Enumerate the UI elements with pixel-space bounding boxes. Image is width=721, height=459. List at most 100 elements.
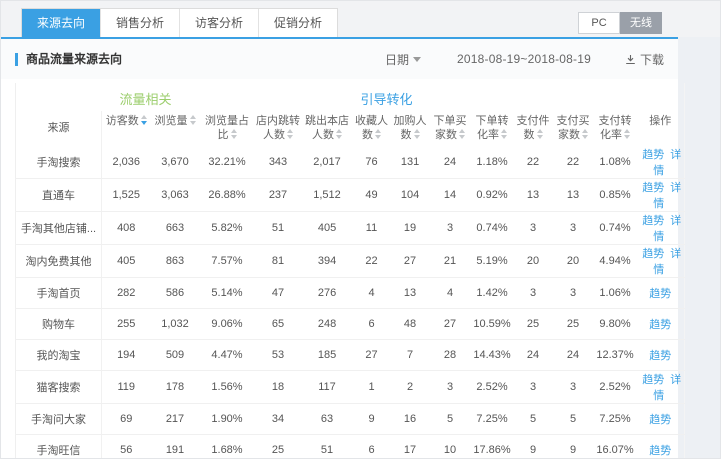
table-body: 手淘搜索 2,036 3,670 32.21% 343 2,017 76 131… <box>16 146 685 459</box>
column-pv-ratio: 浏览量占比 <box>200 111 255 147</box>
pc-toggle-button[interactable]: PC <box>578 12 620 34</box>
pay-items-cell: 22 <box>514 146 553 179</box>
pv-ratio-cell: 32.21% <box>200 146 255 179</box>
actions-cell: 趋势详情 <box>637 212 685 245</box>
pageviews-cell: 217 <box>151 404 200 435</box>
pay-items-cell: 13 <box>514 179 553 212</box>
order-buyers-cell: 5 <box>430 404 471 435</box>
download-icon <box>625 54 636 65</box>
pay-rate-cell: 2.52% <box>594 371 637 404</box>
device-toggle: PC 无线 <box>578 12 662 34</box>
collect-cell: 76 <box>353 146 391 179</box>
sort-icon[interactable] <box>375 129 381 139</box>
pv-ratio-cell: 5.14% <box>200 278 255 309</box>
order-buyers-cell: 14 <box>430 179 471 212</box>
column-pageviews: 浏览量 <box>151 111 200 147</box>
pay-buyers-cell: 22 <box>553 146 594 179</box>
source-cell: 购物车 <box>16 309 102 340</box>
order-rate-cell: 0.74% <box>471 212 514 245</box>
pay-items-cell: 9 <box>514 435 553 459</box>
table-row: 手淘旺信 56 191 1.68% 25 51 6 17 10 17.86% 9… <box>16 435 685 459</box>
collect-cell: 6 <box>353 435 391 459</box>
pv-ratio-cell: 9.06% <box>200 309 255 340</box>
pay-rate-cell: 7.25% <box>594 404 637 435</box>
actions-cell: 趋势详情 <box>637 245 685 278</box>
sort-icon[interactable] <box>190 115 196 125</box>
pay-rate-cell: 12.37% <box>594 340 637 371</box>
date-filter-dropdown[interactable]: 日期 <box>385 51 421 68</box>
pv-ratio-cell: 7.57% <box>200 245 255 278</box>
column-pay-rate: 支付转化率 <box>594 111 637 147</box>
sort-icon[interactable] <box>414 129 420 139</box>
tab-traffic-source[interactable]: 来源去向 <box>22 9 100 37</box>
actions-cell: 趋势详情 <box>637 146 685 179</box>
analytics-page: 来源去向 销售分析 访客分析 促销分析 PC 无线 商品流量来源去向 日期 20… <box>0 0 721 459</box>
sort-icon[interactable] <box>624 129 630 139</box>
visitors-cell: 255 <box>102 309 151 340</box>
source-cell: 猫客搜索 <box>16 371 102 404</box>
column-pageviews-label: 浏览量 <box>155 115 188 127</box>
sort-icon[interactable] <box>336 129 342 139</box>
jump-in-cell: 237 <box>255 179 302 212</box>
collect-cell: 49 <box>353 179 391 212</box>
visitors-cell: 56 <box>102 435 151 459</box>
collect-cell: 22 <box>353 245 391 278</box>
traffic-source-table: 流量相关 引导转化 来源 访客数 浏览量 浏览量占比 店内跳转人数 跳出本店人数… <box>15 83 685 459</box>
trend-link[interactable]: 趋势 <box>642 248 664 260</box>
trend-link[interactable]: 趋势 <box>649 288 671 300</box>
source-cell: 淘内免费其他 <box>16 245 102 278</box>
trend-link[interactable]: 趋势 <box>642 182 664 194</box>
trend-link[interactable]: 趋势 <box>649 445 671 457</box>
column-pv-ratio-label: 浏览量占比 <box>205 115 249 142</box>
source-cell: 手淘首页 <box>16 278 102 309</box>
group-header-traffic: 流量相关 <box>102 83 353 111</box>
visitors-cell: 408 <box>102 212 151 245</box>
pageviews-cell: 191 <box>151 435 200 459</box>
pay-items-cell: 20 <box>514 245 553 278</box>
wireless-toggle-button[interactable]: 无线 <box>620 12 662 34</box>
trend-link[interactable]: 趋势 <box>649 350 671 362</box>
download-button[interactable]: 下载 <box>625 51 664 68</box>
actions-cell: 趋势详情 <box>637 179 685 212</box>
trend-link[interactable]: 趋势 <box>642 374 664 386</box>
trend-link[interactable]: 趋势 <box>642 149 664 161</box>
trend-link[interactable]: 趋势 <box>649 414 671 426</box>
visitors-cell: 1,525 <box>102 179 151 212</box>
tab-promotion-analysis[interactable]: 促销分析 <box>258 9 337 37</box>
trend-link[interactable]: 趋势 <box>649 319 671 331</box>
sort-icon[interactable] <box>141 115 147 125</box>
order-rate-cell: 7.25% <box>471 404 514 435</box>
pageviews-cell: 863 <box>151 245 200 278</box>
jump-out-cell: 63 <box>302 404 353 435</box>
order-rate-cell: 14.43% <box>471 340 514 371</box>
pageviews-cell: 3,670 <box>151 146 200 179</box>
jump-in-cell: 65 <box>255 309 302 340</box>
sort-icon[interactable] <box>501 129 507 139</box>
sort-icon[interactable] <box>537 129 543 139</box>
tab-visitor-analysis[interactable]: 访客分析 <box>179 9 258 37</box>
order-rate-cell: 10.59% <box>471 309 514 340</box>
content-card: 商品流量来源去向 日期 2018-08-19~2018-08-19 下载 <box>1 39 678 459</box>
source-cell: 手淘搜索 <box>16 146 102 179</box>
actions-cell: 趋势 <box>637 309 685 340</box>
sort-icon[interactable] <box>231 129 237 139</box>
cart-cell: 13 <box>391 278 430 309</box>
sort-icon[interactable] <box>582 129 588 139</box>
tab-sales-analysis[interactable]: 销售分析 <box>100 9 179 37</box>
sort-icon[interactable] <box>459 129 465 139</box>
source-cell: 手淘其他店铺... <box>16 212 102 245</box>
pageviews-cell: 178 <box>151 371 200 404</box>
pay-items-cell: 3 <box>514 371 553 404</box>
column-pay-items: 支付件数 <box>514 111 553 147</box>
order-buyers-cell: 24 <box>430 146 471 179</box>
cart-cell: 27 <box>391 245 430 278</box>
top-tab-bar: 来源去向 销售分析 访客分析 促销分析 PC 无线 <box>1 1 720 37</box>
download-label: 下载 <box>640 51 664 68</box>
date-range-value[interactable]: 2018-08-19~2018-08-19 <box>457 52 591 66</box>
table-row: 购物车 255 1,032 9.06% 65 248 6 48 27 10.59… <box>16 309 685 340</box>
cart-cell: 17 <box>391 435 430 459</box>
column-visitors-label: 访客数 <box>106 115 139 127</box>
trend-link[interactable]: 趋势 <box>642 215 664 227</box>
sort-icon[interactable] <box>287 129 293 139</box>
order-buyers-cell: 3 <box>430 371 471 404</box>
